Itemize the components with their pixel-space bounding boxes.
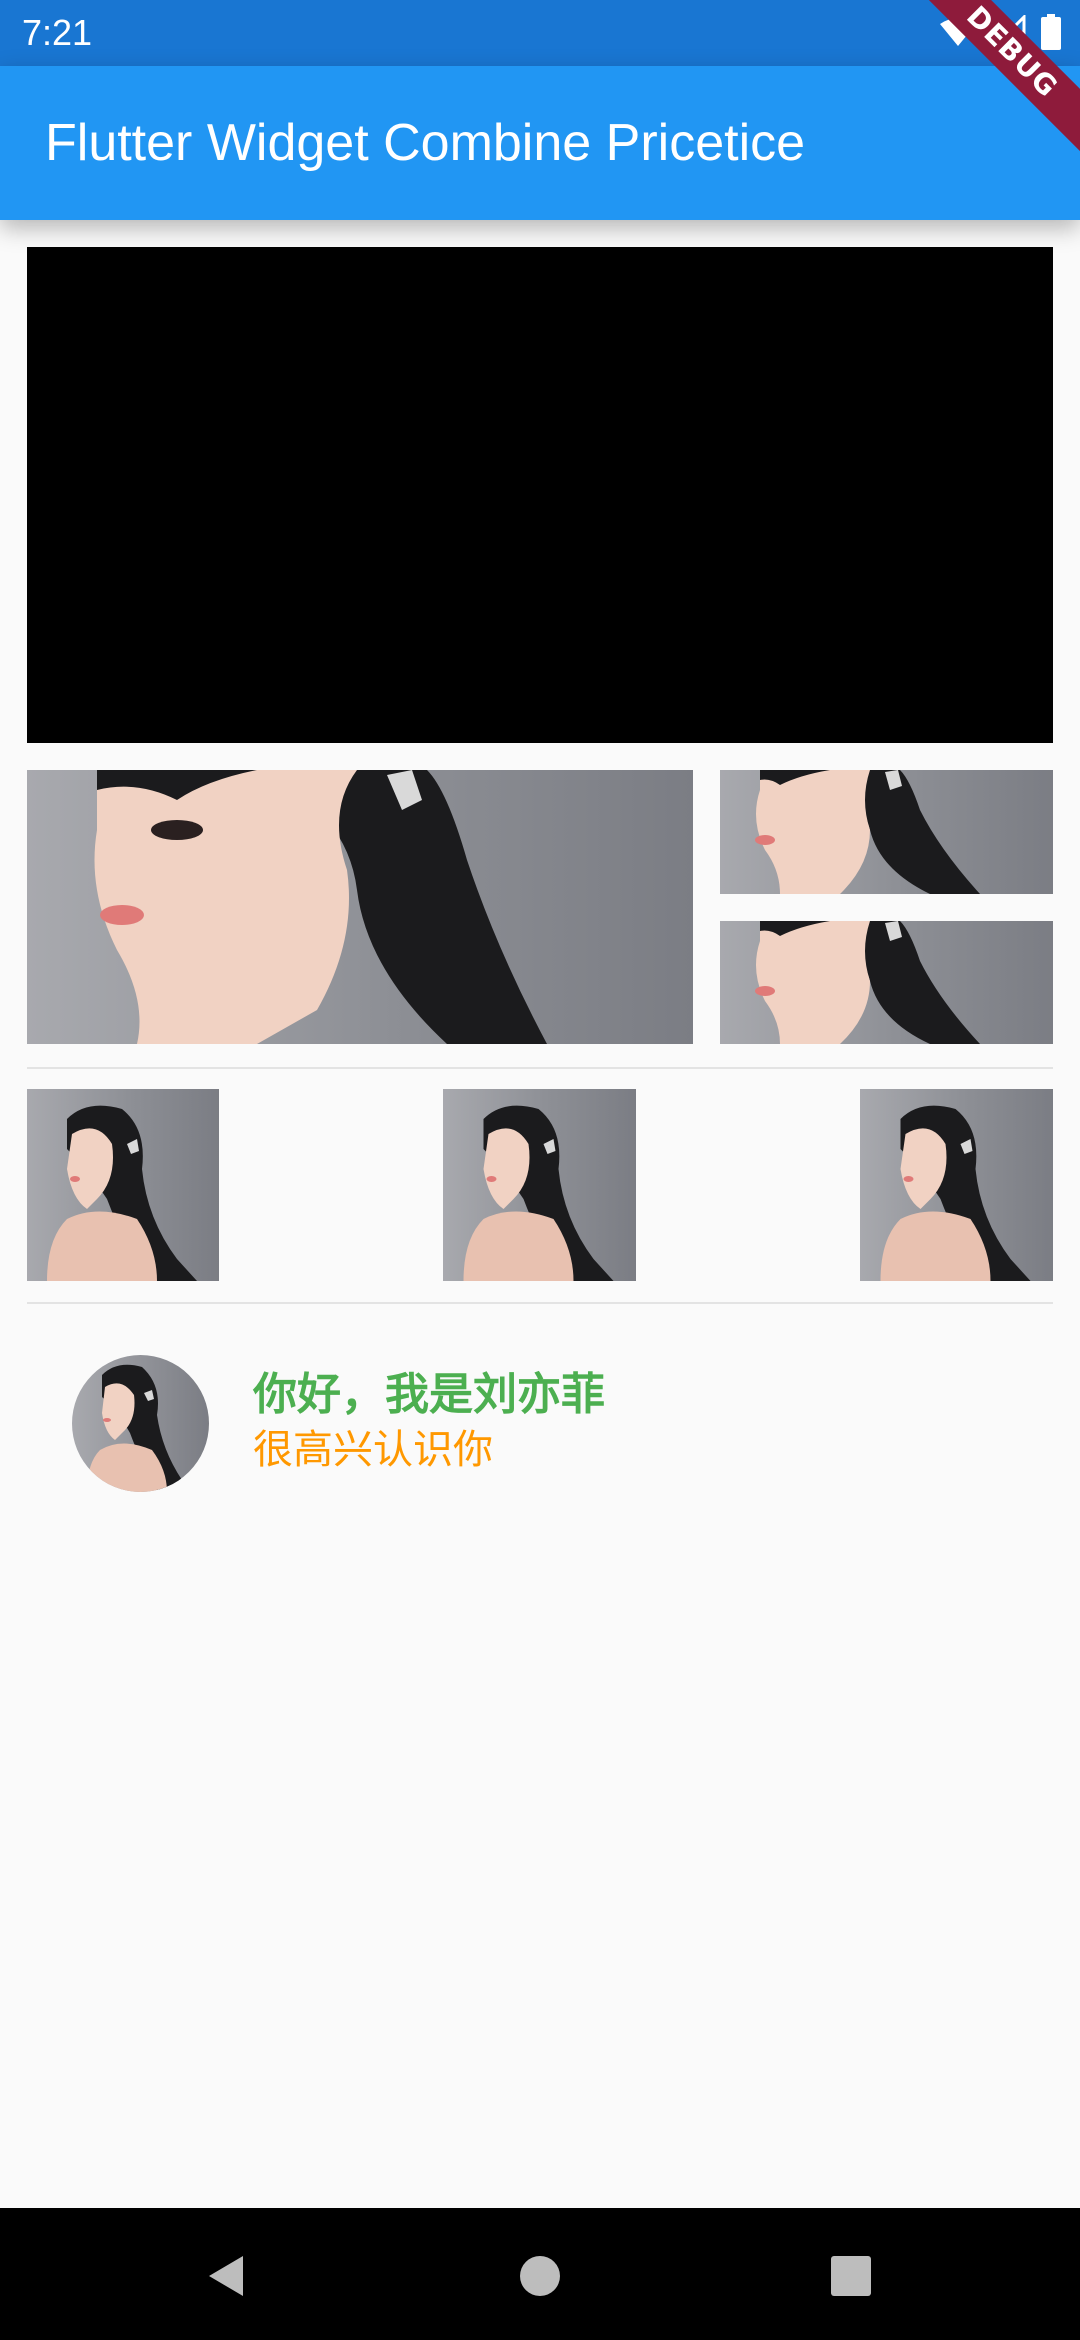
back-triangle-icon[interactable] — [205, 2254, 249, 2298]
system-nav-bar — [0, 2208, 1080, 2340]
app-bar: Flutter Widget Combine Pricetice — [0, 66, 1080, 220]
avatar — [72, 1355, 209, 1492]
app-bar-title: Flutter Widget Combine Pricetice — [45, 114, 806, 172]
portrait-photo-square-1 — [27, 1089, 219, 1281]
portrait-photo-small-top — [720, 770, 1053, 894]
portrait-photo-square-3 — [860, 1089, 1053, 1281]
profile-greeting: 你好，我是刘亦菲 — [253, 1369, 605, 1420]
black-banner-card — [27, 247, 1053, 743]
battery-icon — [1041, 14, 1061, 50]
divider — [27, 1067, 1053, 1069]
home-circle-icon[interactable] — [518, 2254, 562, 2298]
portrait-photo-small-bottom — [720, 921, 1053, 1044]
divider — [27, 1302, 1053, 1304]
status-bar: 7:21 — [0, 0, 1080, 66]
portrait-photo-large — [27, 770, 693, 1044]
portrait-photo-square-2 — [443, 1089, 636, 1281]
recents-square-icon[interactable] — [829, 2254, 873, 2298]
status-time: 7:21 — [22, 12, 93, 53]
profile-subtitle: 很高兴认识你 — [253, 1427, 493, 1473]
